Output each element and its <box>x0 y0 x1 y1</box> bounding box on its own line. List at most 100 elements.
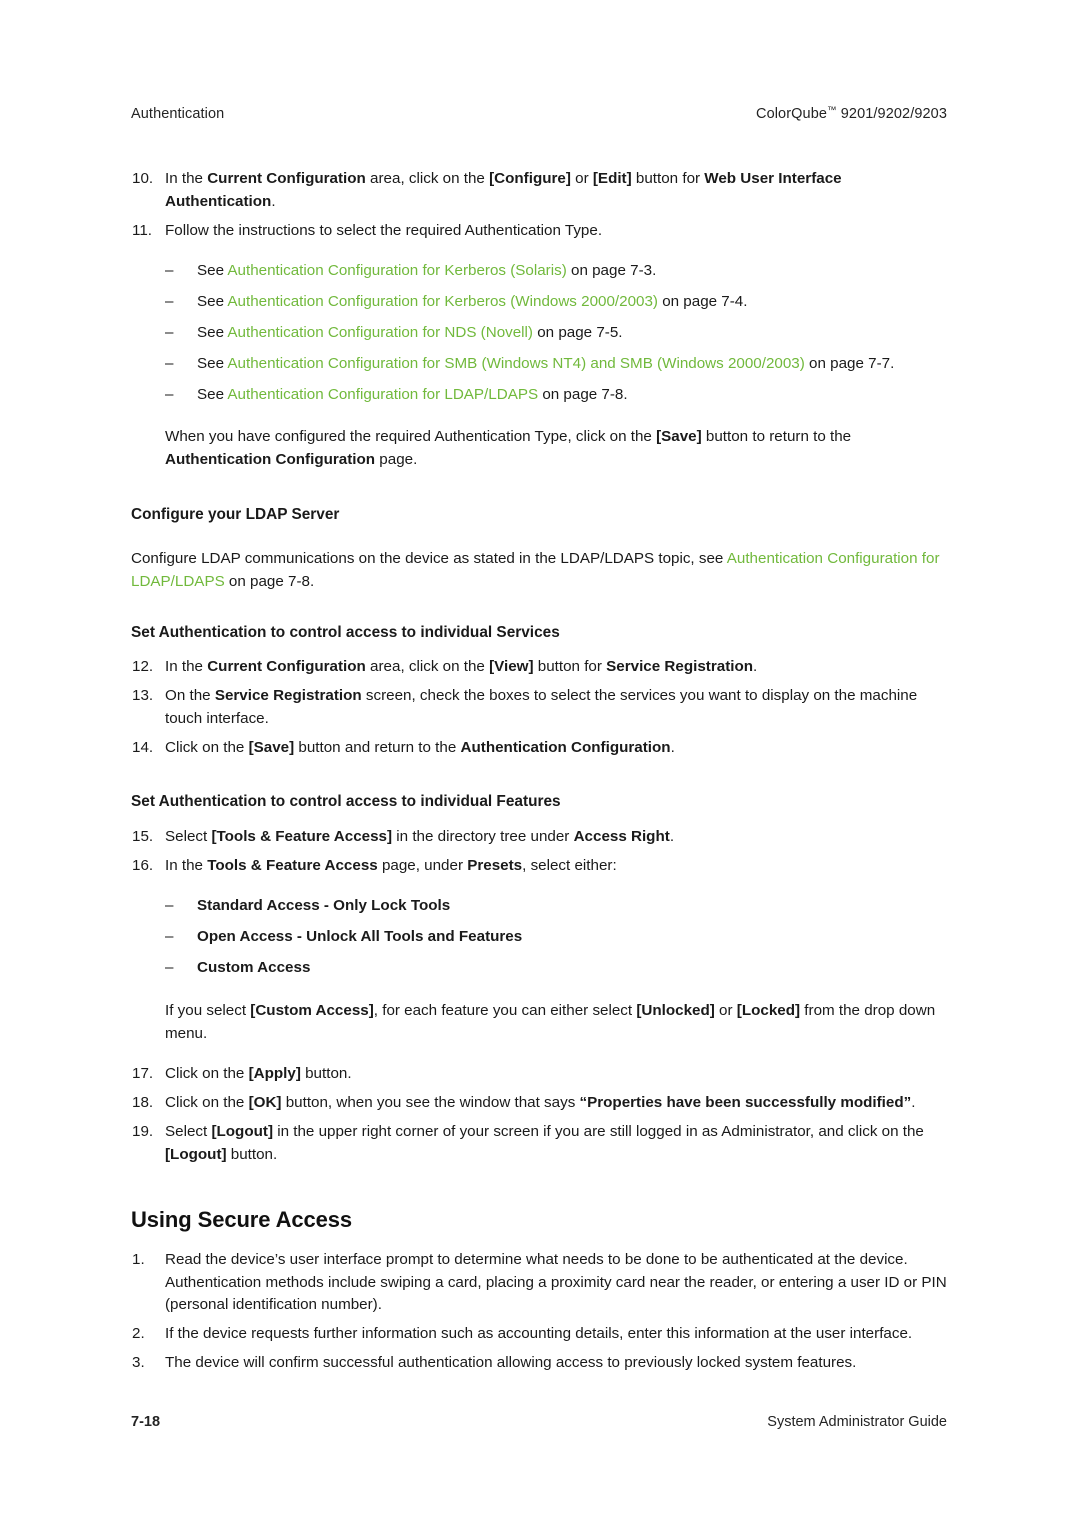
footer-guide-title: System Administrator Guide <box>767 1414 947 1430</box>
dash-bullet-icon: – <box>165 385 174 403</box>
dash-bullet-item: – See Authentication Configuration for Ke… <box>131 291 949 314</box>
header-model-numbers: 9201/9202/9203 <box>836 106 947 122</box>
emphasis-text: Authentication Configuration <box>165 451 376 469</box>
secure-access-steps-list: 1. Read the device’s user interface promp… <box>131 1249 949 1375</box>
emphasis-text: [Custom Access] <box>250 1001 374 1019</box>
dash-bullet-icon: – <box>165 354 174 372</box>
numbered-step: 17. Click on the [Apply] button. <box>131 1063 949 1086</box>
body-text: button. <box>300 1065 352 1083</box>
header-chapter-title: Authentication <box>131 106 225 122</box>
preset-bullet-list: – Standard Access - Only Lock Tools – Open … <box>131 895 949 979</box>
step-number: 17. <box>132 1065 154 1083</box>
body-text: on page 7-7. <box>804 354 895 372</box>
trademark-icon: ™ <box>827 105 837 116</box>
step-text: In the Current Configuration area, click… <box>165 168 949 214</box>
body-text: . <box>670 738 675 756</box>
dash-bullet-icon: – <box>165 293 174 311</box>
body-text: , select either: <box>522 856 617 874</box>
cross-reference-link[interactable]: Authentication Configuration for SMB (Wi… <box>227 355 804 372</box>
emphasis-text: [Tools & Feature Access] <box>211 827 393 845</box>
body-text: area, click on the <box>365 170 490 187</box>
body-text: In the <box>165 658 208 676</box>
dash-bullet-text: See Authentication Configuration for NDS… <box>197 322 949 345</box>
body-text: Click on the <box>165 738 249 756</box>
body-text: button. <box>226 1145 278 1163</box>
dash-bullet-text: See Authentication Configuration for Ker… <box>197 260 949 283</box>
dash-bullet-text: See Authentication Configuration for SMB… <box>197 353 949 376</box>
step-number: 15. <box>132 827 154 845</box>
emphasis-text: [View] <box>489 658 534 676</box>
step-number: 19. <box>132 1122 154 1140</box>
cross-reference-link[interactable]: Authentication Configuration for LDAP/LD… <box>227 386 538 403</box>
services-steps-list: 12. In the Current Configuration area, cl… <box>131 656 949 759</box>
dash-bullet-icon: – <box>165 897 174 915</box>
emphasis-text: [OK] <box>248 1094 282 1112</box>
numbered-step: 15. Select [Tools & Feature Access] in th… <box>131 826 949 849</box>
body-text: . <box>753 658 758 676</box>
step-text: The device will confirm successful authe… <box>165 1352 949 1375</box>
body-text: In the <box>165 856 208 874</box>
steps-authentication-list: 10. In the Current Configuration area, cl… <box>131 168 949 242</box>
features-steps-list: 15. Select [Tools & Feature Access] in th… <box>131 826 949 878</box>
emphasis-text: [Apply] <box>248 1065 301 1083</box>
body-text: button and return to the <box>294 738 461 756</box>
step-text: In the Current Configuration area, click… <box>165 656 949 679</box>
emphasis-text: Tools & Feature Access <box>207 856 378 874</box>
cross-reference-link[interactable]: Authentication Configuration for Kerbero… <box>227 262 566 279</box>
emphasis-text: Current Configuration <box>207 170 366 187</box>
step-number: 10. <box>132 170 154 187</box>
body-text: on page 7-4. <box>657 293 748 311</box>
dash-bullet-icon: – <box>165 323 174 341</box>
emphasis-text: [Locked] <box>736 1001 801 1019</box>
dash-bullet-icon: – <box>165 958 174 976</box>
secure-access-heading: Using Secure Access <box>131 1206 353 1232</box>
cross-reference-link[interactable]: Authentication Configuration for NDS (No… <box>227 324 533 341</box>
numbered-step: 14. Click on the [Save] button and return… <box>131 737 949 760</box>
emphasis-text: Service Registration <box>214 687 362 705</box>
numbered-step: 10. In the Current Configuration area, cl… <box>131 168 949 214</box>
body-text: Select <box>165 1122 212 1140</box>
cross-reference-link[interactable]: Authentication Configuration for Kerbero… <box>227 293 658 310</box>
body-text: on page 7-3. <box>566 262 657 280</box>
save-instruction-paragraph: When you have configured the required Au… <box>131 426 949 472</box>
step-number: 14. <box>132 738 154 756</box>
ldap-section-heading: Configure your LDAP Server <box>131 505 340 523</box>
features-section-heading: Set Authentication to control access to … <box>131 793 561 811</box>
step-text: Follow the instructions to select the re… <box>165 220 949 243</box>
body-text: The device will confirm successful authe… <box>165 1354 857 1372</box>
numbered-step: 2. If the device requests further informa… <box>131 1323 949 1346</box>
numbered-step: 3. The device will confirm successful aut… <box>131 1352 949 1375</box>
step-number: 2. <box>132 1325 145 1343</box>
footer-page-number: 7-18 <box>131 1414 161 1430</box>
step-text: Select [Logout] in the upper right corne… <box>165 1121 949 1167</box>
body-text: Follow the instructions to select the re… <box>165 221 603 239</box>
body-text: on page 7-5. <box>533 323 623 341</box>
step-text: Read the device’s user interface prompt … <box>165 1249 949 1317</box>
step-text: Click on the [OK] button, when you see t… <box>165 1092 949 1115</box>
body-text: See <box>197 385 228 403</box>
body-text: or <box>570 170 593 187</box>
body-text: When you have configured the required Au… <box>165 428 657 446</box>
emphasis-text: Access Right <box>573 827 670 845</box>
body-text: area, click on the <box>365 658 490 676</box>
preset-option-item: – Open Access - Unlock All Tools and Feat… <box>131 926 949 949</box>
body-text: on page 7-8. <box>538 385 628 403</box>
body-text: button, when you see the window that say… <box>281 1094 580 1112</box>
numbered-step: 18. Click on the [OK] button, when you se… <box>131 1092 949 1115</box>
step-text: On the Service Registration screen, chec… <box>165 685 949 731</box>
body-text: See <box>197 354 228 372</box>
emphasis-text: Current Configuration <box>207 658 366 676</box>
document-page: Authentication ColorQube™ 9201/9202/9203… <box>0 0 1080 1527</box>
step-text: In the Tools & Feature Access page, unde… <box>165 855 949 878</box>
emphasis-text: Presets <box>467 856 523 874</box>
emphasis-text: Service Registration <box>606 658 754 676</box>
